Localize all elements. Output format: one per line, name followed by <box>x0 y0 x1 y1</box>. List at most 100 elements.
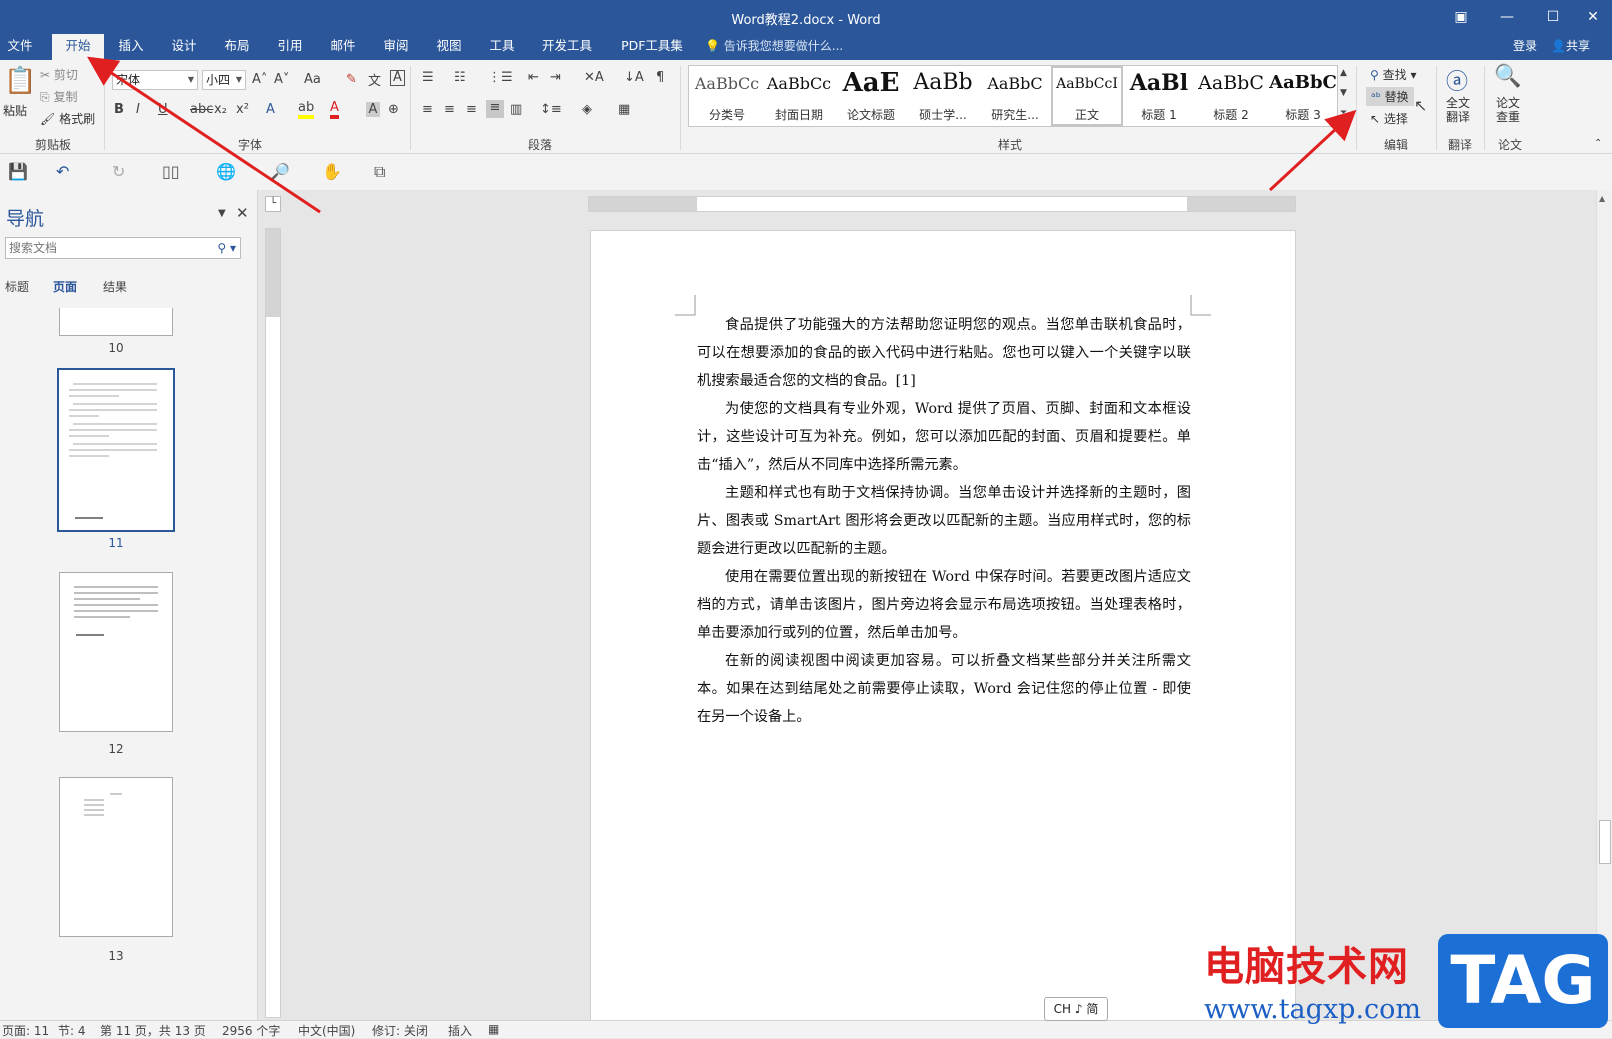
strikethrough-icon[interactable]: abc <box>190 102 213 117</box>
scroll-up-icon[interactable]: ▲ <box>1599 194 1605 203</box>
undo-icon[interactable]: ↶ <box>56 162 69 181</box>
replace-button[interactable]: ᵃᵇ 替换 <box>1366 87 1414 106</box>
read-mode-icon[interactable]: ▯▯ <box>162 162 180 181</box>
underline-icon[interactable]: U <box>158 102 168 117</box>
phonetic-guide-icon[interactable]: 文 <box>368 70 381 89</box>
search-input[interactable]: 搜索文档 ⚲ ▾ <box>5 237 241 259</box>
decrease-indent-icon[interactable]: ⇤ <box>528 70 539 85</box>
highlight-icon[interactable]: ab <box>298 100 315 119</box>
nav-tab-results[interactable]: 结果 <box>103 278 127 295</box>
italic-icon[interactable]: I <box>136 102 140 117</box>
change-case-button[interactable]: Aa <box>304 72 321 87</box>
nav-tab-pages[interactable]: 页面 <box>53 278 77 295</box>
tab-insert[interactable]: 插入 <box>112 34 150 60</box>
tab-developer[interactable]: 开发工具 <box>536 34 598 60</box>
macro-record-icon[interactable]: ▦ <box>488 1022 499 1036</box>
format-painter-button[interactable]: 🖌 格式刷 <box>40 110 95 127</box>
horizontal-ruler[interactable] <box>588 196 1296 212</box>
style-item[interactable]: AaBbC 研究生... <box>979 66 1051 126</box>
copy-button[interactable]: ⎘ 复制 <box>40 88 77 105</box>
sort-icon[interactable]: ↓A <box>624 70 644 85</box>
style-item[interactable]: AaBbCc 封面日期 <box>763 66 835 126</box>
font-color-icon[interactable]: A <box>330 100 339 119</box>
style-item[interactable]: AaBb 硕士学... <box>907 66 979 126</box>
save-icon[interactable]: 💾 <box>8 162 28 181</box>
font-name-combo[interactable]: 宋体 ▼ <box>112 70 198 90</box>
show-marks-icon[interactable]: ¶ <box>656 70 664 85</box>
tab-mailings[interactable]: 邮件 <box>324 34 362 60</box>
tell-me-search[interactable]: 💡 告诉我您想要做什么... <box>705 34 843 60</box>
print-preview-icon[interactable]: 🔎 <box>270 162 290 181</box>
tab-pdf-tools[interactable]: PDF工具集 <box>614 34 690 60</box>
redo-icon[interactable]: ↻ <box>112 162 125 181</box>
tab-review[interactable]: 审阅 <box>377 34 415 60</box>
status-insert-mode[interactable]: 插入 <box>448 1022 472 1039</box>
vertical-ruler[interactable] <box>265 228 281 1018</box>
gallery-scroll-up-icon[interactable]: ▲ <box>1340 68 1347 78</box>
document-body[interactable]: 食品提供了功能强大的方法帮助您证明您的观点。当您单击联机食品时，可以在想要添加的… <box>697 311 1191 731</box>
ime-indicator[interactable]: CH ♪ 简 <box>1044 997 1108 1021</box>
gallery-more-icon[interactable]: ⏷ <box>1340 108 1347 118</box>
borders-icon[interactable]: ▦ <box>618 102 630 117</box>
scroll-thumb[interactable] <box>1599 820 1611 864</box>
chinese-layout-icon[interactable]: ✕A <box>584 70 604 85</box>
tab-references[interactable]: 引用 <box>271 34 309 60</box>
style-item[interactable]: AaE 论文标题 <box>835 66 907 126</box>
paste-icon[interactable]: 📋 <box>4 66 36 96</box>
select-button[interactable]: ↖ 选择 <box>1370 110 1408 127</box>
status-word-count[interactable]: 2956 个字 <box>222 1022 280 1039</box>
distribute-icon[interactable]: ▥ <box>510 102 522 117</box>
tab-view[interactable]: 视图 <box>430 34 468 60</box>
char-border-icon[interactable]: A <box>390 70 405 86</box>
nav-tab-headings[interactable]: 标题 <box>5 278 29 295</box>
document-search-icon[interactable]: 🔍 <box>1494 64 1521 89</box>
tab-design[interactable]: 设计 <box>165 34 203 60</box>
tab-selector-icon[interactable]: └ <box>265 196 281 212</box>
style-item-selected[interactable]: AaBbCcI 正文 <box>1051 66 1123 126</box>
ribbon-display-button[interactable]: ▣ <box>1438 0 1484 34</box>
minimize-button[interactable]: — <box>1484 0 1530 34</box>
multilevel-list-icon[interactable]: ⋮☰ <box>488 70 513 85</box>
enclose-char-icon[interactable]: ⊕ <box>388 102 399 117</box>
line-spacing-icon[interactable]: ↕≡ <box>540 102 562 117</box>
status-page[interactable]: 页面: 11 <box>2 1022 49 1039</box>
tab-layout[interactable]: 布局 <box>218 34 256 60</box>
status-language[interactable]: 中文(中国) <box>298 1022 355 1039</box>
touch-mode-icon[interactable]: ✋ <box>322 162 342 181</box>
align-center-icon[interactable]: ≡ <box>444 102 455 117</box>
shading-icon[interactable]: ◈ <box>582 102 592 117</box>
cut-button[interactable]: ✂ 剪切 <box>40 66 78 83</box>
share-button[interactable]: 👤共享 <box>1551 34 1590 58</box>
status-track-changes[interactable]: 修订: 关闭 <box>372 1022 428 1039</box>
close-button[interactable]: ✕ <box>1570 0 1612 34</box>
close-icon[interactable]: ✕ <box>236 204 249 222</box>
find-button[interactable]: ⚲ 查找 ▾ <box>1370 66 1416 83</box>
subscript-icon[interactable]: x₂ <box>214 102 227 117</box>
align-right-icon[interactable]: ≡ <box>466 102 477 117</box>
paper-check-button[interactable]: 论文 查重 <box>1496 96 1520 124</box>
page-thumbnail[interactable] <box>59 572 173 732</box>
nav-options-icon[interactable]: ▼ <box>218 208 226 219</box>
document-page[interactable]: 食品提供了功能强大的方法帮助您证明您的观点。当您单击联机食品时，可以在想要添加的… <box>590 230 1296 1030</box>
collapse-ribbon-icon[interactable]: ⌃ <box>1594 138 1602 149</box>
bullets-icon[interactable]: ☰ <box>422 70 434 85</box>
style-item[interactable]: AaBbC 标题 2 <box>1195 66 1267 126</box>
tab-file[interactable]: 文件 <box>2 34 38 60</box>
login-link[interactable]: 登录 <box>1513 34 1537 58</box>
customize-icon[interactable]: ⧉ <box>374 162 385 182</box>
font-size-combo[interactable]: 小四 ▼ <box>202 70 246 90</box>
style-item[interactable]: AaBbCc 分类号 <box>691 66 763 126</box>
shrink-font-icon[interactable]: A˅ <box>274 72 289 87</box>
style-item[interactable]: AaBbC 标题 3 <box>1267 66 1339 126</box>
increase-indent-icon[interactable]: ⇥ <box>550 70 561 85</box>
status-page-of[interactable]: 第 11 页，共 13 页 <box>100 1022 206 1039</box>
align-left-icon[interactable]: ≡ <box>422 102 433 117</box>
translate-icon[interactable]: ⓐ <box>1446 64 1468 96</box>
gallery-scroll-down-icon[interactable]: ▼ <box>1340 88 1347 98</box>
vertical-scrollbar[interactable]: ▲ <box>1596 190 1612 1020</box>
style-item[interactable]: AaBl 标题 1 <box>1123 66 1195 126</box>
page-thumbnail[interactable] <box>59 777 173 937</box>
paste-button[interactable]: 粘贴 <box>3 102 27 119</box>
clear-format-icon[interactable]: ✎ <box>346 72 357 87</box>
page-thumbnail-selected[interactable] <box>57 368 175 532</box>
